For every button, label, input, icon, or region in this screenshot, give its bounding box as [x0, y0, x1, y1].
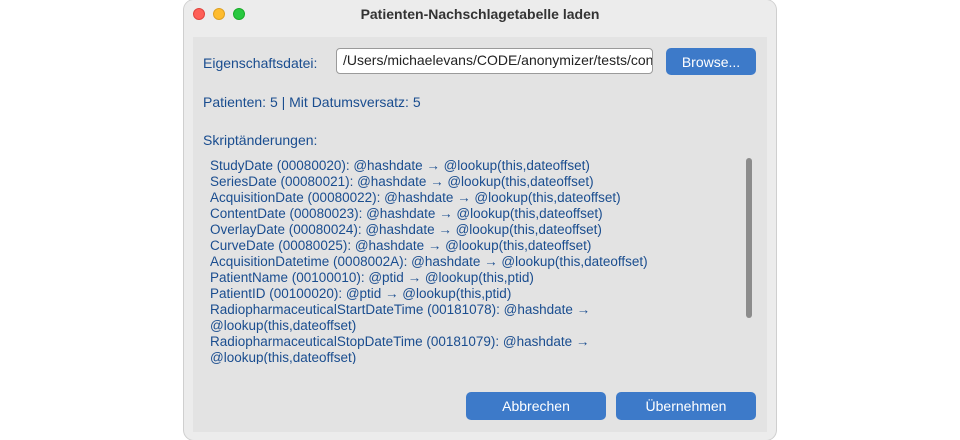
script-change-line: CurveDate (00080025): @hashdate → @looku…: [210, 238, 592, 253]
script-change-line: OverlayDate (00080024): @hashdate → @loo…: [210, 222, 602, 237]
window-title: Patienten-Nachschlagetabelle laden: [360, 6, 600, 22]
apply-button[interactable]: Übernehmen: [616, 392, 756, 420]
script-change-line: StudyDate (00080020): @hashdate → @looku…: [210, 158, 590, 173]
dialog-content: Eigenschaftsdatei: /Users/michaelevans/C…: [193, 37, 767, 432]
script-change-line: RadiopharmaceuticalStartDateTime (001810…: [210, 302, 591, 317]
script-change-line: @lookup(this,dateoffset): [210, 318, 357, 333]
scrollbar-thumb[interactable]: [746, 158, 752, 318]
script-change-line: RadiopharmaceuticalStopDateTime (0018107…: [210, 334, 590, 349]
browse-button[interactable]: Browse...: [666, 48, 756, 75]
script-change-line: AcquisitionDate (00080022): @hashdate → …: [210, 190, 621, 205]
script-changes-list[interactable]: StudyDate (00080020): @hashdate → @looku…: [210, 158, 730, 364]
property-file-label: Eigenschaftsdatei:: [203, 55, 318, 71]
script-change-line: PatientID (00100020): @ptid → @lookup(th…: [210, 286, 512, 301]
script-change-line: @lookup(this,dateoffset): [210, 350, 357, 364]
script-change-line: SeriesDate (00080021): @hashdate → @look…: [210, 174, 594, 189]
dialog-window: Patienten-Nachschlagetabelle laden Eigen…: [184, 0, 776, 440]
script-change-line: ContentDate (00080023): @hashdate → @loo…: [210, 206, 603, 221]
script-changes-label: Skriptänderungen:: [203, 132, 318, 148]
property-file-input[interactable]: /Users/michaelevans/CODE/anonymizer/test…: [336, 48, 653, 74]
cancel-button[interactable]: Abbrechen: [466, 392, 606, 420]
script-change-line: PatientName (00100010): @ptid → @lookup(…: [210, 270, 534, 285]
title-bar[interactable]: Patienten-Nachschlagetabelle laden: [184, 0, 776, 28]
script-change-line: AcquisitionDatetime (0008002A): @hashdat…: [210, 254, 648, 269]
patient-summary: Patienten: 5 | Mit Datumsversatz: 5: [203, 94, 421, 110]
